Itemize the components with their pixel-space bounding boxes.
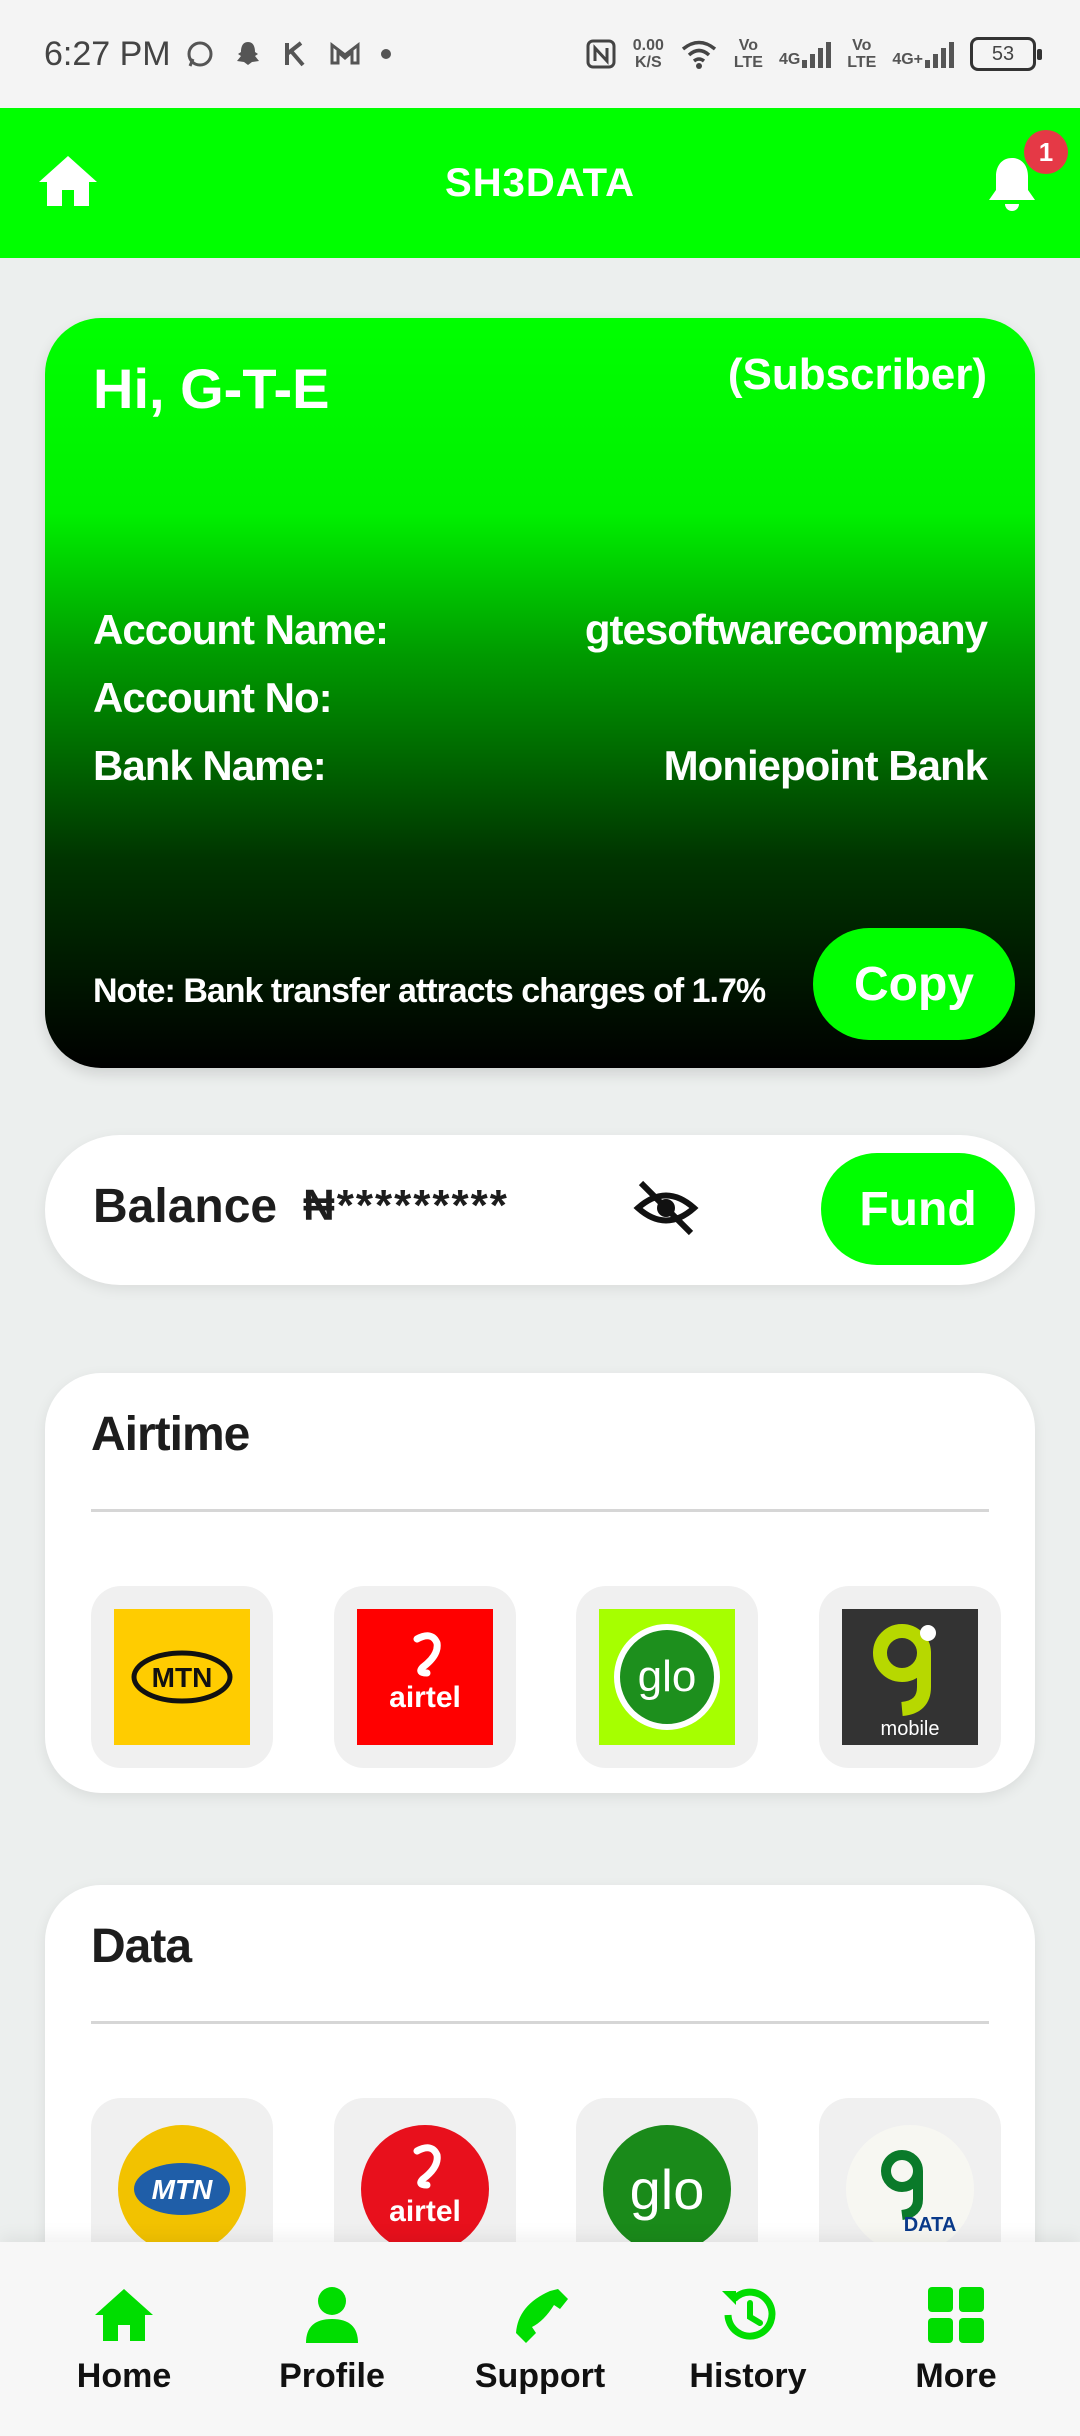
nav-profile[interactable]: Profile	[237, 2283, 427, 2396]
greeting: Hi, G-T-E	[93, 357, 330, 420]
airtel-logo-text: airtel	[389, 1681, 461, 1714]
airtel-logo: airtel	[356, 1609, 493, 1745]
status-bar: 6:27 PM 0.00 K/S Vo LTE 4G Vo LTE 4G+ 53	[0, 0, 1080, 108]
dot-icon	[380, 49, 391, 59]
net-speed-unit: K/S	[635, 54, 662, 71]
notification-badge: 1	[1024, 130, 1068, 174]
home-icon	[95, 2288, 153, 2341]
account-no-row: Account No:	[93, 674, 987, 722]
wifi-icon	[681, 40, 717, 69]
masked-balance: *********	[336, 1181, 509, 1230]
signal-2-label: 4G+	[892, 51, 923, 68]
mtn-logo-text: MTN	[152, 2174, 213, 2205]
mtn-logo-text: MTN	[152, 1662, 213, 1693]
airtime-airtel-tile[interactable]: airtel	[333, 1586, 516, 1768]
9mobile-logo-text: mobile	[881, 1718, 940, 1740]
volte-2-top: Vo	[852, 37, 872, 54]
signal-2: 4G+	[892, 40, 954, 68]
account-no-label: Account No:	[93, 674, 333, 721]
nav-more-label: More	[915, 2356, 997, 2395]
airtel-logo-text: airtel	[389, 2195, 461, 2228]
snapchat-icon	[236, 42, 259, 65]
bottom-navigation: Home Profile Support History More	[0, 2242, 1080, 2436]
nfc-icon	[586, 39, 616, 69]
balance-label: Balance	[93, 1180, 278, 1233]
account-name-row: Account Name: gtesoftwarecompany	[93, 606, 988, 654]
net-speed-value: 0.00	[632, 37, 664, 54]
mtn-logo: MTN	[118, 2125, 246, 2253]
volte-2: Vo LTE	[847, 37, 876, 71]
home-icon[interactable]	[36, 150, 100, 214]
nav-profile-label: Profile	[279, 2356, 385, 2395]
account-name-value: gtesoftwarecompany	[584, 606, 988, 653]
glo-logo-text: glo	[630, 2158, 705, 2221]
bank-name-row: Bank Name: Moniepoint Bank	[93, 742, 988, 790]
volte-2-bottom: LTE	[847, 54, 877, 71]
balance-card: Balance ₦********* Fund	[45, 1135, 1035, 1285]
account-name-label: Account Name:	[93, 606, 389, 653]
phone-icon	[516, 2288, 568, 2343]
app-title: SH3DATA	[445, 160, 635, 205]
9mobile-logo: mobile	[841, 1609, 978, 1745]
currency-symbol: ₦	[303, 1181, 337, 1230]
signal-1-label: 4G	[778, 51, 801, 68]
data-title: Data	[91, 1920, 192, 1973]
9mobile-data-logo-text: DATA	[904, 2214, 957, 2236]
account-card: Hi, G-T-E (Subscriber) Account Name: gte…	[45, 318, 1035, 1068]
bank-name-label: Bank Name:	[93, 742, 327, 789]
divider	[91, 2021, 989, 2024]
airtime-9mobile-tile[interactable]: mobile	[818, 1586, 1001, 1768]
system-icons: 0.00 K/S Vo LTE 4G Vo LTE 4G+ 53	[585, 37, 1042, 71]
signal-2-bars-icon	[925, 40, 954, 68]
user-role: (Subscriber)	[727, 350, 987, 399]
app-bar: SH3DATA 1	[0, 108, 1080, 258]
copy-button[interactable]: Copy	[813, 928, 1015, 1040]
bank-name-value: Moniepoint Bank	[663, 742, 988, 789]
transfer-charge-note: Note: Bank transfer attracts charges of …	[93, 972, 766, 1010]
volte-1: Vo LTE	[734, 37, 763, 71]
nav-history-label: History	[689, 2356, 807, 2395]
9mobile-data-logo: DATA	[845, 2125, 974, 2253]
airtime-glo-tile[interactable]: glo	[576, 1586, 759, 1768]
volte-1-top: Vo	[738, 37, 759, 54]
whatsapp-icon	[187, 41, 213, 67]
airtime-providers: MTN airtel glo mobile	[91, 1586, 1001, 1768]
glo-logo: glo	[603, 2125, 732, 2253]
volte-1-bottom: LTE	[733, 54, 763, 71]
airtime-section: Airtime MTN airtel glo mobile	[45, 1373, 1035, 1793]
grid-icon	[928, 2286, 984, 2343]
balance-value: ₦*********	[303, 1181, 509, 1231]
status-time: 6:27 PM	[44, 34, 171, 73]
nav-support-label: Support	[474, 2356, 606, 2395]
nav-more[interactable]: More	[861, 2283, 1051, 2396]
battery-icon: 53	[970, 37, 1042, 71]
k-app-icon	[284, 41, 305, 67]
nav-history[interactable]: History	[653, 2283, 843, 2396]
nav-support[interactable]: Support	[445, 2283, 635, 2396]
divider	[91, 1509, 989, 1512]
signal-1: 4G	[778, 40, 832, 68]
airtel-logo: airtel	[360, 2125, 489, 2253]
nav-home-label: Home	[76, 2356, 172, 2395]
signal-1-bars-icon	[802, 40, 832, 68]
airtime-title: Airtime	[91, 1408, 250, 1461]
profile-icon	[306, 2286, 358, 2343]
hide-balance-eye-icon[interactable]	[633, 1175, 699, 1241]
glo-logo-text: glo	[638, 1652, 697, 1701]
gmail-icon	[330, 41, 360, 65]
glo-logo: glo	[599, 1609, 736, 1745]
nav-home[interactable]: Home	[29, 2283, 219, 2396]
mtn-logo: MTN	[114, 1609, 250, 1745]
fund-button[interactable]: Fund	[821, 1153, 1015, 1265]
history-icon	[722, 2288, 776, 2340]
net-speed: 0.00 K/S	[633, 37, 664, 71]
notification-icons	[185, 39, 393, 69]
airtime-mtn-tile[interactable]: MTN	[91, 1586, 273, 1768]
